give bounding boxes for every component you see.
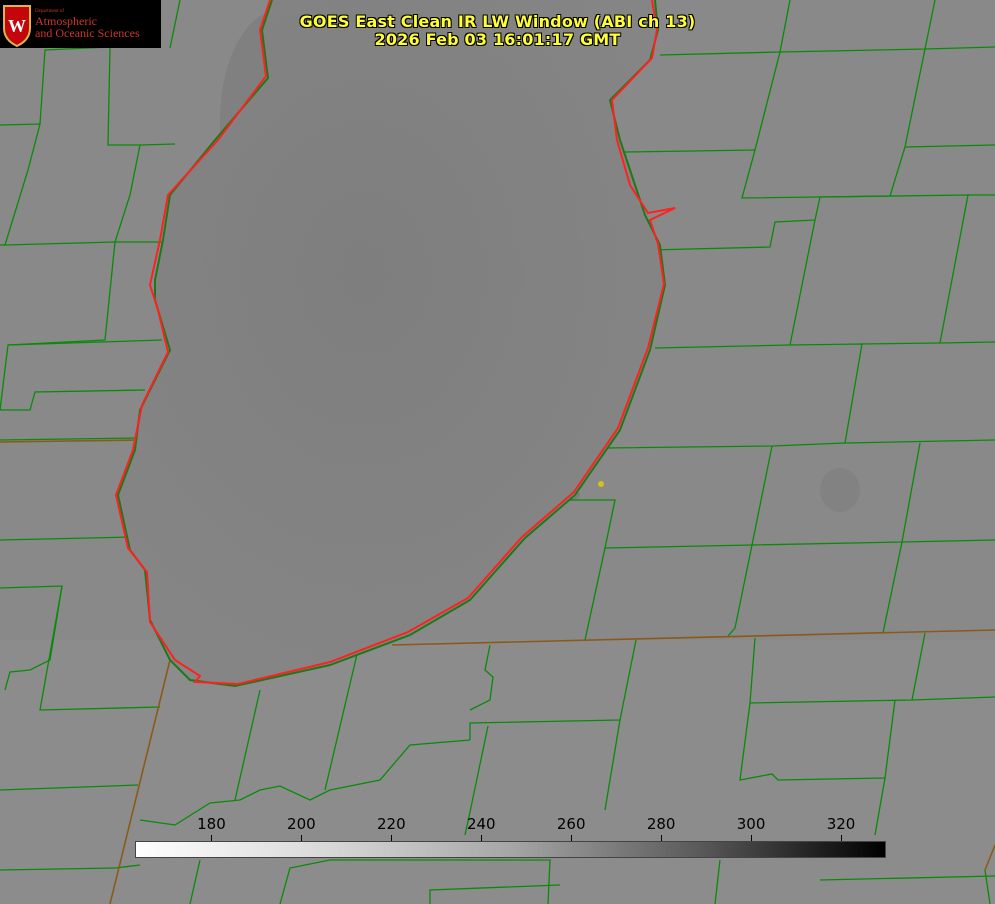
colorbar-tick-label: 300	[736, 815, 766, 833]
satellite-image: W Department of Atmospheric and Oceanic …	[0, 0, 995, 904]
colorbar-tick-label: 200	[287, 815, 316, 833]
colorbar-tick-label: 180	[197, 815, 226, 833]
image-timestamp: 2026 Feb 03 16:01:17 GMT	[374, 30, 621, 49]
colorbar-tick-label: 260	[556, 815, 586, 833]
colorbar	[135, 841, 886, 858]
colorbar-tick-label: 220	[377, 815, 406, 833]
location-marker	[598, 481, 604, 487]
map-canvas	[0, 0, 995, 904]
image-title: GOES East Clean IR LW Window (ABI ch 13)	[299, 12, 696, 31]
colorbar-tick-label: 240	[466, 815, 496, 833]
colorbar-tick-label: 280	[646, 815, 676, 833]
colorbar-tick-label: 320	[826, 815, 856, 833]
